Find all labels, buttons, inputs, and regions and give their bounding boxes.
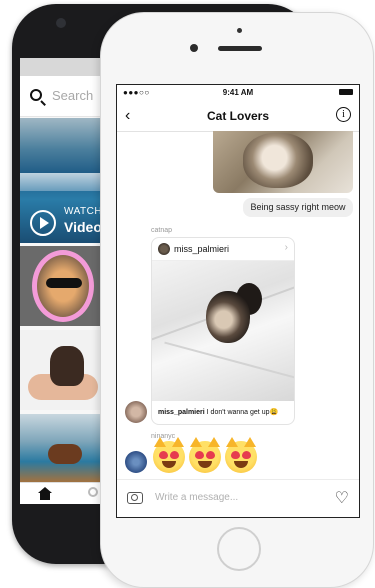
back-phone-screen: Search WATCH Video [20,58,110,504]
message-composer: Write a message... ♡ [117,479,359,517]
ear [172,437,184,447]
ear [226,437,238,447]
front-phone-speaker [218,46,262,51]
bedsheet-fold [164,341,294,383]
ear [190,437,202,447]
shared-post-image[interactable] [152,261,294,401]
explore-cat-sunglasses-tile[interactable] [20,246,110,326]
mouth [162,461,176,468]
heart-eyes-cat-emoji-icon[interactable] [153,437,185,473]
search-tab-icon[interactable] [88,487,98,497]
sunglasses-image [46,278,82,288]
burger-image [48,444,82,464]
heart-eye [159,451,168,459]
shared-post-username: miss_palmieri [174,244,230,254]
ear [244,437,256,447]
explore-video-tile[interactable]: WATCH Video [20,118,110,243]
message-input[interactable]: Write a message... [155,492,238,503]
mouth [198,461,212,468]
explore-search-bar[interactable]: Search [20,76,110,117]
back-phone-camera [56,18,66,28]
wave-image [20,173,110,191]
avatar[interactable] [125,451,147,473]
search-placeholder: Search [52,88,94,103]
home-button[interactable] [217,527,261,571]
caption-username: miss_palmieri [158,409,205,416]
back-tab-bar [20,482,110,504]
mouth [234,461,248,468]
thread-header: ‹ Cat Lovers i [117,101,359,132]
status-time: 9:41 AM [222,88,254,97]
heart-eyes-cat-emoji-icon[interactable] [225,437,257,473]
status-bar: ●●●○○ 9:41 AM [117,85,359,101]
home-icon[interactable] [38,487,52,500]
heart-eyes-cat-emoji-icon[interactable] [189,437,221,473]
search-icon [30,89,42,101]
sent-cat-photo[interactable] [213,131,353,193]
shared-post-caption: miss_palmieri I don't wanna get up😩 [152,402,294,424]
back-status-bar [20,58,110,76]
heart-eye [206,451,215,459]
ear [208,437,220,447]
heart-eye [231,451,240,459]
avatar[interactable] [125,401,147,423]
shared-post-header[interactable]: miss_palmieri › [152,238,294,261]
shared-post-card[interactable]: miss_palmieri › miss_palmieri I don't wa… [151,237,295,425]
dog-image [50,346,84,386]
sender-name: catnap [151,227,173,234]
direct-thread-screen: ●●●○○ 9:41 AM ‹ Cat Lovers i Being sassy… [116,84,360,518]
explore-dog-tile[interactable] [20,330,110,410]
caption-text: I don't wanna get up😩 [206,409,279,416]
cat-image [206,291,250,343]
avatar [158,243,170,255]
explore-food-tile[interactable] [20,414,110,482]
heart-eye [170,451,179,459]
chevron-right-icon: › [284,242,288,253]
battery-icon [339,89,353,95]
message-bubble[interactable]: Being sassy right meow [243,198,353,217]
front-phone-sensor [237,28,242,33]
play-icon [30,210,56,236]
ear [154,437,166,447]
watch-label: WATCH [64,206,103,217]
camera-icon[interactable] [127,492,143,504]
cat-image [243,133,313,188]
thread-title: Cat Lovers [206,109,270,123]
heart-eye [195,451,204,459]
info-icon[interactable]: i [336,107,351,122]
heart-icon[interactable]: ♡ [335,491,349,507]
heart-eye [242,451,251,459]
front-phone-camera [190,44,198,52]
video-label: Video [64,219,102,235]
